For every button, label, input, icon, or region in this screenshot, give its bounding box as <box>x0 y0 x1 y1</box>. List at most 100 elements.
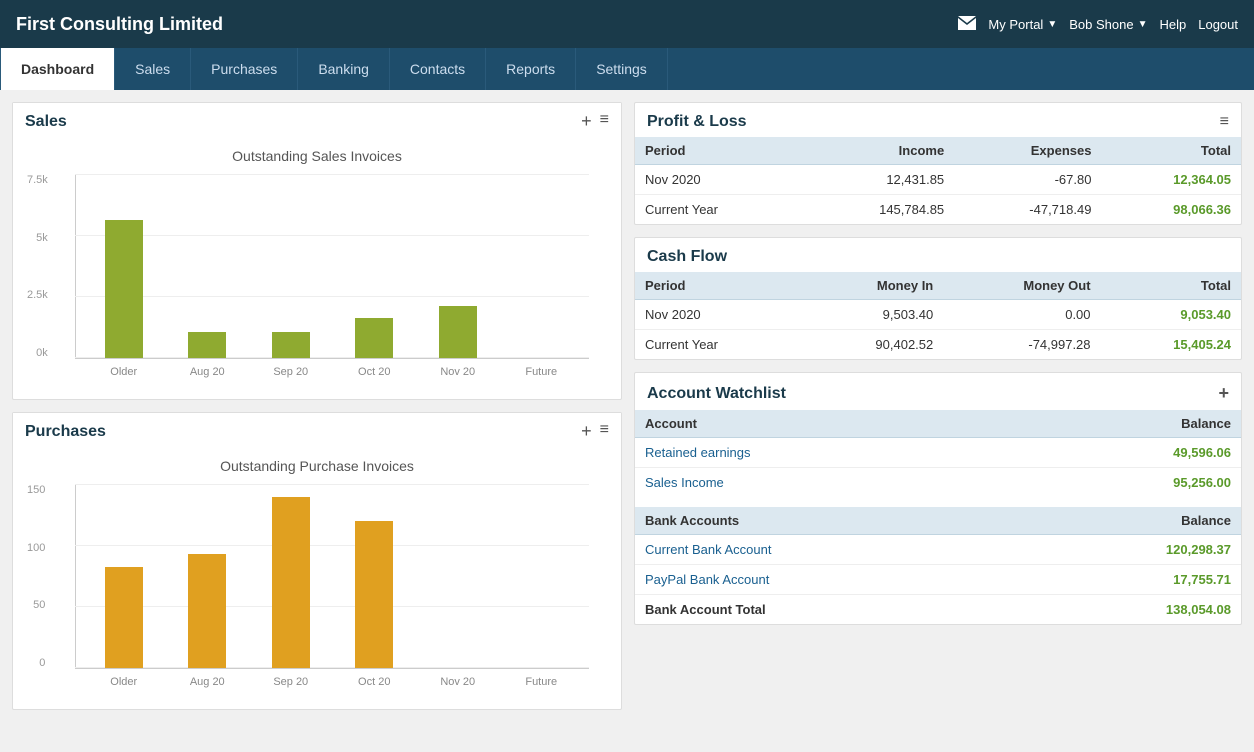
wl-balance-1: 49,596.06 <box>1009 438 1241 468</box>
nav-sales[interactable]: Sales <box>115 48 191 90</box>
pl-income-2: 145,784.85 <box>802 195 954 225</box>
profit-loss-menu-icon[interactable]: ≡ <box>1220 113 1229 131</box>
sales-list-icon[interactable]: ≡ <box>600 111 609 132</box>
header-right: My Portal ▼ Bob Shone ▼ Help Logout <box>958 16 1238 33</box>
sales-add-icon[interactable]: + <box>581 111 592 132</box>
cf-total-1: 9,053.40 <box>1101 300 1241 330</box>
sales-header-icons: + ≡ <box>581 111 609 132</box>
purchases-list-icon[interactable]: ≡ <box>600 421 609 442</box>
sales-card-header: Sales + ≡ <box>13 103 621 140</box>
bank-accounts-table: Bank Accounts Balance Current Bank Accou… <box>635 507 1241 624</box>
bar-aug-pur[interactable] <box>188 554 226 668</box>
bar-group-sep-pur: Sep 20 <box>251 484 331 668</box>
purchases-card-header: Purchases + ≡ <box>13 413 621 450</box>
table-row: Retained earnings 49,596.06 <box>635 438 1241 468</box>
sales-bars: Older Aug 20 Sep 20 Oct 20 <box>75 174 589 359</box>
profit-loss-header-row: Period Income Expenses Total <box>635 137 1241 165</box>
bar-sep-pur[interactable] <box>272 497 310 668</box>
bar-nov-sales[interactable] <box>439 306 477 358</box>
p-y-axis: 150 100 50 0 <box>27 484 45 669</box>
bar-label-aug-pur: Aug 20 <box>190 676 225 688</box>
table-row: Nov 2020 9,503.40 0.00 9,053.40 <box>635 300 1241 330</box>
my-portal-link[interactable]: My Portal <box>988 17 1043 32</box>
ba-account-2[interactable]: PayPal Bank Account <box>635 565 1018 595</box>
bar-group-aug-sales: Aug 20 <box>168 174 248 358</box>
user-link[interactable]: Bob Shone <box>1069 17 1133 32</box>
help-link[interactable]: Help <box>1159 17 1186 32</box>
bar-group-oct-sales: Oct 20 <box>335 174 415 358</box>
nav-purchases[interactable]: Purchases <box>191 48 298 90</box>
bar-label-oct-sales: Oct 20 <box>358 366 390 378</box>
ba-col-balance: Balance <box>1018 507 1241 535</box>
ba-total-value: 138,054.08 <box>1018 595 1241 625</box>
watchlist-add-icon[interactable]: + <box>1218 383 1229 404</box>
bar-group-oct-pur: Oct 20 <box>335 484 415 668</box>
p-y-label-0: 150 <box>27 484 45 496</box>
cf-moneyin-2: 90,402.52 <box>803 330 943 360</box>
bar-group-future-sales: Future <box>502 174 582 358</box>
cf-moneyin-1: 9,503.40 <box>803 300 943 330</box>
bar-oct-pur[interactable] <box>355 521 393 668</box>
bar-group-nov-pur: Nov 20 <box>418 484 498 668</box>
table-row: PayPal Bank Account 17,755.71 <box>635 565 1241 595</box>
cash-flow-header: Cash Flow <box>635 238 1241 272</box>
nav-dashboard[interactable]: Dashboard <box>0 48 115 90</box>
main-nav: Dashboard Sales Purchases Banking Contac… <box>0 48 1254 90</box>
table-row: Bank Account Total 138,054.08 <box>635 595 1241 625</box>
bar-label-oct-pur: Oct 20 <box>358 676 390 688</box>
pl-total-1: 12,364.05 <box>1101 165 1241 195</box>
purchases-add-icon[interactable]: + <box>581 421 592 442</box>
cf-moneyout-1: 0.00 <box>943 300 1100 330</box>
nav-settings[interactable]: Settings <box>576 48 668 90</box>
p-y-label-1: 100 <box>27 542 45 554</box>
y-axis: 7.5k 5k 2.5k 0k <box>27 174 48 359</box>
bar-older-pur[interactable] <box>105 567 143 668</box>
bar-group-future-pur: Future <box>502 484 582 668</box>
bar-label-older-pur: Older <box>110 676 137 688</box>
bar-label-nov-sales: Nov 20 <box>440 366 475 378</box>
pl-total-2: 98,066.36 <box>1101 195 1241 225</box>
bar-label-nov-pur: Nov 20 <box>440 676 475 688</box>
p-y-label-2: 50 <box>33 599 45 611</box>
my-portal-menu[interactable]: My Portal ▼ <box>988 17 1057 32</box>
watchlist-header-row: Account Balance <box>635 410 1241 438</box>
wl-account-1[interactable]: Retained earnings <box>635 438 1009 468</box>
p-y-label-3: 0 <box>39 657 45 669</box>
cash-flow-title: Cash Flow <box>647 248 727 266</box>
sales-section-title: Sales <box>25 113 67 131</box>
bank-header-row: Bank Accounts Balance <box>635 507 1241 535</box>
bar-older-sales[interactable] <box>105 220 143 358</box>
logout-link[interactable]: Logout <box>1198 17 1238 32</box>
bar-label-future-pur: Future <box>525 676 557 688</box>
cf-col-money-in: Money In <box>803 272 943 300</box>
profit-loss-title: Profit & Loss <box>647 113 747 131</box>
mail-icon[interactable] <box>958 16 976 33</box>
cf-col-period: Period <box>635 272 803 300</box>
wl-balance-2: 95,256.00 <box>1009 468 1241 498</box>
ba-balance-2: 17,755.71 <box>1018 565 1241 595</box>
user-menu[interactable]: Bob Shone ▼ <box>1069 17 1147 32</box>
app-header: First Consulting Limited My Portal ▼ Bob… <box>0 0 1254 48</box>
ba-balance-1: 120,298.37 <box>1018 535 1241 565</box>
purchases-card: Purchases + ≡ Outstanding Purchase Invoi… <box>12 412 622 710</box>
cash-flow-table: Period Money In Money Out Total Nov 2020… <box>635 272 1241 359</box>
ba-total-label: Bank Account Total <box>635 595 1018 625</box>
nav-reports[interactable]: Reports <box>486 48 576 90</box>
main-content: Sales + ≡ Outstanding Sales Invoices 7.5… <box>0 90 1254 752</box>
bar-oct-sales[interactable] <box>355 318 393 358</box>
ba-account-1[interactable]: Current Bank Account <box>635 535 1018 565</box>
table-row: Current Year 145,784.85 -47,718.49 98,06… <box>635 195 1241 225</box>
y-label-0: 7.5k <box>27 174 48 186</box>
nav-contacts[interactable]: Contacts <box>390 48 486 90</box>
purchases-header-icons: + ≡ <box>581 421 609 442</box>
bar-aug-sales[interactable] <box>188 332 226 358</box>
bar-sep-sales[interactable] <box>272 332 310 358</box>
table-row: Nov 2020 12,431.85 -67.80 12,364.05 <box>635 165 1241 195</box>
account-watchlist-card: Account Watchlist + Account Balance Reta… <box>634 372 1242 625</box>
cash-flow-header-row: Period Money In Money Out Total <box>635 272 1241 300</box>
watchlist-header: Account Watchlist + <box>635 373 1241 410</box>
wl-account-2[interactable]: Sales Income <box>635 468 1009 498</box>
cf-period-1: Nov 2020 <box>635 300 803 330</box>
nav-banking[interactable]: Banking <box>298 48 390 90</box>
table-row: Current Bank Account 120,298.37 <box>635 535 1241 565</box>
